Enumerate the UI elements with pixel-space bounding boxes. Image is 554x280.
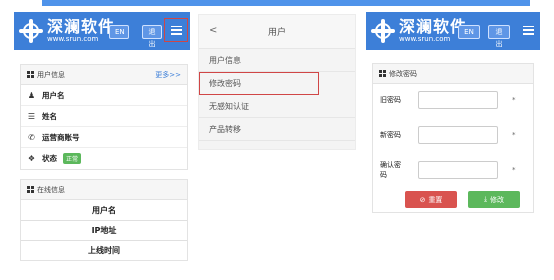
required-marker: * — [512, 131, 516, 139]
status-label: 状态 — [42, 154, 57, 163]
new-password-row: 新密码 * — [373, 122, 533, 148]
change-password-form: 修改密码 旧密码 * 新密码 * 确认密码 * ⊘ 重置 ⤓ 修改 — [372, 63, 534, 213]
online-info-header: 在线信息 — [21, 180, 187, 200]
change-password-title: 修改密码 — [389, 69, 417, 78]
language-button[interactable]: EN — [458, 25, 480, 39]
logo-icon — [18, 18, 44, 44]
menu-button[interactable] — [164, 18, 188, 42]
menu-item-user-info[interactable]: 用户信息 — [199, 49, 355, 72]
brand-name: 深澜软件 — [399, 17, 468, 36]
user-info-row-carrier: ✆ 运营商账号 — [21, 127, 187, 148]
reset-button[interactable]: ⊘ 重置 — [405, 191, 457, 208]
grid-icon — [379, 70, 386, 77]
logout-button[interactable]: 退出 — [142, 25, 162, 48]
online-row-ip: IP地址 — [21, 220, 187, 240]
brand-url: www.srun.com — [399, 35, 451, 43]
online-info-card: 在线信息 用户名 IP地址 上线时间 — [20, 179, 188, 261]
info-icon: ❖ — [27, 154, 36, 163]
confirm-password-input[interactable] — [418, 161, 498, 179]
user-info-header: 用户信息 更多>> — [21, 65, 187, 85]
user-info-row-username: ♟ 用户名 — [21, 85, 187, 106]
old-password-input[interactable] — [418, 91, 498, 109]
change-password-header: 修改密码 — [373, 64, 533, 84]
confirm-password-label: 确认密码 — [380, 161, 401, 179]
old-password-row: 旧密码 * — [373, 87, 533, 113]
brand-url: www.srun.com — [47, 35, 99, 43]
user-menu-header: < 用户 — [199, 15, 355, 49]
back-icon[interactable]: < — [209, 25, 217, 36]
phone-icon: ✆ — [28, 132, 35, 142]
top-accent-bar — [42, 0, 530, 6]
app-header: 深澜软件 www.srun.com EN 退出 — [366, 12, 540, 50]
mobile-user-home: 深澜软件 www.srun.com EN 退出 用户信息 更多>> ♟ 用户名 … — [14, 12, 190, 261]
upload-icon: ⤓ — [483, 195, 488, 203]
user-menu-title: 用户 — [267, 28, 286, 38]
hamburger-icon — [170, 25, 182, 35]
language-button[interactable]: EN — [109, 25, 129, 39]
new-password-label: 新密码 — [380, 131, 401, 139]
user-info-row-name: ☰ 姓名 — [21, 106, 187, 127]
ban-icon: ⊘ — [419, 195, 426, 204]
app-header: 深澜软件 www.srun.com EN 退出 — [14, 12, 190, 50]
save-label: 修改 — [490, 195, 505, 204]
old-password-label: 旧密码 — [380, 96, 401, 104]
logo-icon — [370, 18, 396, 44]
online-row-login-time: 上线时间 — [21, 240, 187, 260]
brand-logo: 深澜软件 www.srun.com — [18, 18, 115, 44]
carrier-account-label: 运营商账号 — [42, 132, 80, 142]
user-icon: ♟ — [27, 90, 36, 100]
required-marker: * — [512, 96, 516, 104]
menu-item-product-transfer[interactable]: 产品转移 — [199, 118, 355, 141]
more-link[interactable]: 更多>> — [155, 70, 181, 80]
menu-item-change-password[interactable]: 修改密码 — [199, 72, 319, 95]
status-badge: 正常 — [63, 153, 82, 164]
change-password-screen: 深澜软件 www.srun.com EN 退出 修改密码 旧密码 * 新密码 *… — [366, 12, 540, 213]
list-icon: ☰ — [27, 111, 36, 121]
brand-logo: 深澜软件 www.srun.com — [370, 18, 467, 44]
required-marker: * — [512, 166, 516, 174]
user-info-title: 用户信息 — [37, 70, 65, 79]
save-button[interactable]: ⤓ 修改 — [468, 191, 520, 208]
user-info-card: 用户信息 更多>> ♟ 用户名 ☰ 姓名 ✆ 运营商账号 ❖ 状态 正常 — [20, 64, 188, 170]
username-label: 用户名 — [42, 90, 65, 100]
menu-item-seamless-auth[interactable]: 无感知认证 — [199, 95, 355, 118]
grid-icon — [27, 71, 34, 78]
online-row-username: 用户名 — [92, 205, 116, 215]
new-password-input[interactable] — [418, 126, 498, 144]
brand-name: 深澜软件 — [47, 17, 116, 36]
confirm-password-row: 确认密码 * — [373, 157, 533, 183]
name-label: 姓名 — [42, 111, 57, 121]
user-menu-screen: < 用户 用户信息 修改密码 无感知认证 产品转移 — [198, 14, 356, 150]
grid-icon — [27, 186, 34, 193]
menu-button[interactable] — [516, 18, 540, 42]
logout-button[interactable]: 退出 — [488, 25, 510, 48]
hamburger-icon — [522, 25, 534, 35]
online-info-title: 在线信息 — [37, 185, 65, 194]
reset-label: 重置 — [428, 195, 443, 204]
user-info-row-status: ❖ 状态 正常 — [21, 148, 187, 169]
